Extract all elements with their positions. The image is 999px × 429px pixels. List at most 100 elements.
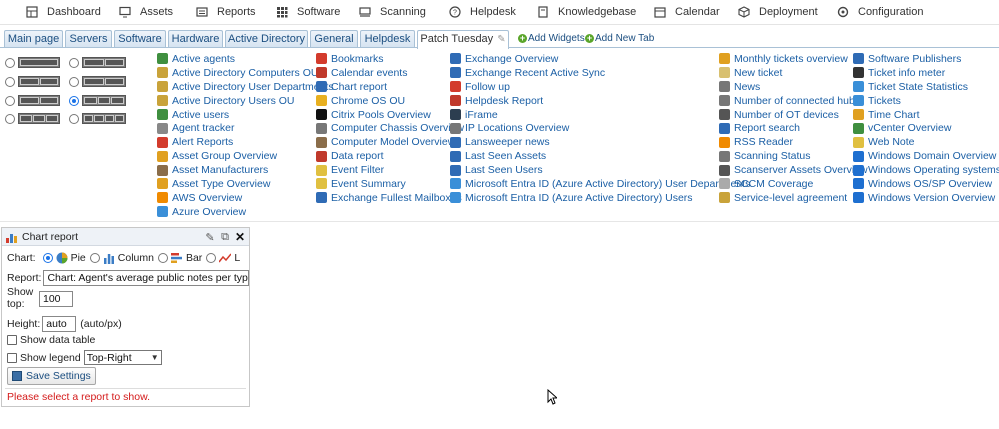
widget-link[interactable]: Active agents — [157, 52, 334, 66]
widget-link[interactable]: Azure Overview — [157, 205, 334, 219]
widget-link[interactable]: Chart report — [316, 80, 464, 94]
tab-software[interactable]: Software — [114, 30, 166, 47]
widget-link[interactable]: Last Seen Assets — [450, 149, 750, 163]
edit-icon[interactable]: ✎ — [204, 231, 216, 244]
layout-radio[interactable] — [69, 113, 79, 124]
widget-link[interactable]: Software Publishers — [853, 52, 999, 66]
show-top-input[interactable]: 100 — [39, 291, 73, 307]
layout-option[interactable] — [69, 113, 126, 124]
add-new-tab-button[interactable]: + Add New Tab — [585, 33, 654, 44]
widget-link[interactable]: Number of OT devices — [719, 108, 868, 122]
tab-main-page[interactable]: Main page — [4, 30, 63, 47]
widget-link[interactable]: IP Locations Overview — [450, 121, 750, 135]
widget-link[interactable]: Asset Type Overview — [157, 177, 334, 191]
chart-option-column[interactable]: Column — [89, 252, 154, 264]
add-widgets-button[interactable]: + Add Widgets — [518, 33, 585, 44]
layout-radio[interactable] — [5, 95, 15, 106]
widget-link[interactable]: Agent tracker — [157, 121, 334, 135]
widget-link[interactable]: Data report — [316, 149, 464, 163]
widget-link[interactable]: Exchange Recent Active Sync — [450, 66, 750, 80]
widget-link[interactable]: SCCM Coverage — [719, 177, 868, 191]
widget-link[interactable]: Bookmarks — [316, 52, 464, 66]
widget-link[interactable]: Event Summary — [316, 177, 464, 191]
widget-link[interactable]: Monthly tickets overview — [719, 52, 868, 66]
nav-helpdesk[interactable]: ? Helpdesk — [449, 0, 516, 25]
layout-radio[interactable] — [69, 95, 79, 106]
widget-link[interactable]: Lansweeper news — [450, 135, 750, 149]
chart-option-pie[interactable]: Pie — [42, 252, 86, 264]
widget-link[interactable]: Citrix Pools Overview — [316, 108, 464, 122]
widget-link[interactable]: Windows Version Overview — [853, 191, 999, 205]
layout-radio[interactable] — [69, 76, 79, 87]
nav-scanning[interactable]: Scanning — [359, 0, 426, 25]
widget-link[interactable]: Tickets — [853, 94, 999, 108]
layout-radio[interactable] — [5, 113, 15, 124]
show-legend-checkbox[interactable] — [7, 352, 17, 363]
chart-option-line[interactable]: L — [206, 252, 240, 264]
widget-link[interactable]: Number of connected hubs — [719, 94, 868, 108]
tab-general[interactable]: General — [310, 30, 358, 47]
column-radio[interactable] — [89, 253, 100, 263]
nav-dashboard[interactable]: Dashboard — [26, 0, 101, 25]
chart-option-bar[interactable]: Bar — [157, 252, 202, 264]
line-radio[interactable] — [206, 253, 217, 263]
widget-link[interactable]: News — [719, 80, 868, 94]
widget-link[interactable]: Windows Operating systems — [853, 163, 999, 177]
close-icon[interactable]: ✕ — [234, 230, 246, 244]
widget-link[interactable]: Event Filter — [316, 163, 464, 177]
widget-link[interactable]: AWS Overview — [157, 191, 334, 205]
widget-link[interactable]: Computer Chassis Overview — [316, 121, 464, 135]
widget-link[interactable]: Exchange Overview — [450, 52, 750, 66]
widget-link[interactable]: RSS Reader — [719, 135, 868, 149]
layout-option[interactable] — [69, 57, 126, 68]
widget-link[interactable]: Exchange Fullest Mailboxes — [316, 191, 464, 205]
nav-reports[interactable]: Reports — [196, 0, 256, 25]
widget-link[interactable]: Service-level agreement — [719, 191, 868, 205]
widget-link[interactable]: Asset Group Overview — [157, 149, 334, 163]
height-input[interactable]: auto — [42, 316, 77, 332]
bar-radio[interactable] — [157, 253, 168, 263]
widget-link[interactable]: Alert Reports — [157, 135, 334, 149]
widget-link[interactable]: Helpdesk Report — [450, 94, 750, 108]
popout-icon[interactable]: ⧉ — [219, 231, 231, 243]
widget-link[interactable]: Follow up — [450, 80, 750, 94]
widget-link[interactable]: Scanserver Assets Overview — [719, 163, 868, 177]
widget-link[interactable]: Calendar events — [316, 66, 464, 80]
widget-link[interactable]: Computer Model Overview — [316, 135, 464, 149]
layout-radio[interactable] — [69, 57, 79, 68]
layout-radio[interactable] — [5, 57, 15, 68]
layout-option[interactable] — [5, 113, 60, 124]
legend-position-select[interactable]: Top-Right ▼ — [83, 350, 162, 365]
widget-link[interactable]: Microsoft Entra ID (Azure Active Directo… — [450, 191, 750, 205]
layout-option[interactable] — [69, 95, 126, 106]
widget-link[interactable]: Active Directory User Departments — [157, 80, 334, 94]
widget-link[interactable]: New ticket — [719, 66, 868, 80]
widget-link[interactable]: Report search — [719, 121, 868, 135]
widget-link[interactable]: Time Chart — [853, 108, 999, 122]
layout-option[interactable] — [5, 95, 60, 106]
widget-link[interactable]: Windows Domain Overview — [853, 149, 999, 163]
widget-link[interactable]: Ticket info meter — [853, 66, 999, 80]
layout-option[interactable] — [69, 76, 126, 87]
widget-link[interactable]: Asset Manufacturers — [157, 163, 334, 177]
widget-link[interactable]: Microsoft Entra ID (Azure Active Directo… — [450, 177, 750, 191]
tab-hardware[interactable]: Hardware — [168, 30, 223, 47]
tab-patch-tuesday[interactable]: Patch Tuesday ✎ — [417, 30, 509, 49]
layout-option[interactable] — [5, 57, 60, 68]
widget-link[interactable]: Chrome OS OU — [316, 94, 464, 108]
tab-servers[interactable]: Servers — [65, 30, 112, 47]
widget-link[interactable]: Active users — [157, 108, 334, 122]
nav-assets[interactable]: Assets — [119, 0, 173, 25]
widget-link[interactable]: Ticket State Statistics — [853, 80, 999, 94]
nav-deployment[interactable]: Deployment — [738, 0, 818, 25]
show-data-table-checkbox[interactable] — [7, 335, 17, 345]
nav-knowledgebase[interactable]: Knowledgebase — [537, 0, 636, 25]
widget-link[interactable]: Last Seen Users — [450, 163, 750, 177]
widget-link[interactable]: Web Note — [853, 135, 999, 149]
layout-option[interactable] — [5, 76, 60, 87]
nav-software[interactable]: Software — [276, 0, 340, 25]
widget-link[interactable]: Active Directory Computers OU — [157, 66, 334, 80]
tab-helpdesk[interactable]: Helpdesk — [360, 30, 415, 47]
layout-radio[interactable] — [5, 76, 15, 87]
tab-active-directory[interactable]: Active Directory — [225, 30, 308, 47]
